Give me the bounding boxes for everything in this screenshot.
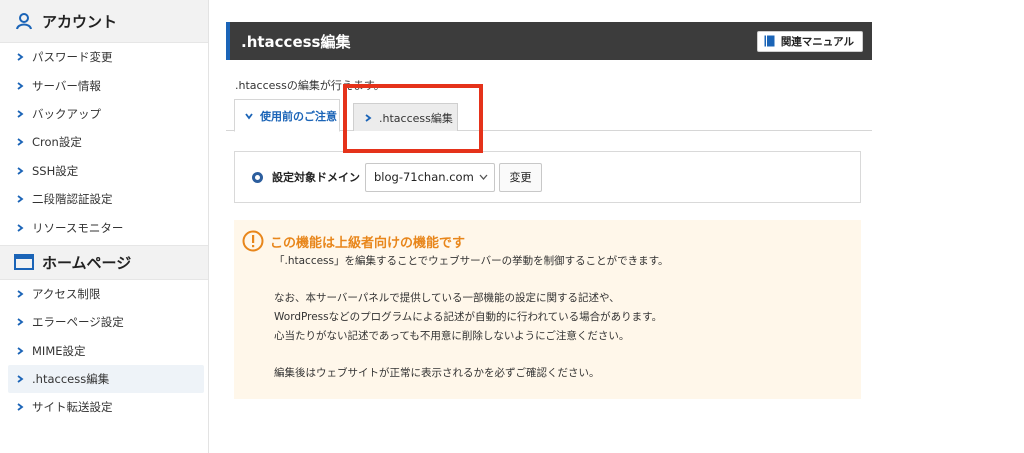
sidebar-item-two-factor[interactable]: 二段階認証設定	[0, 185, 208, 213]
manual-button[interactable]: 関連マニュアル	[756, 30, 863, 52]
sidebar-header-label: ホームページ	[42, 253, 132, 272]
chevron-right-icon	[17, 138, 24, 147]
sidebar-item-label: エラーページ設定	[32, 315, 124, 330]
sidebar-item-error-page[interactable]: エラーページ設定	[0, 308, 208, 336]
person-icon	[14, 11, 34, 31]
chevron-right-icon	[17, 167, 24, 175]
window-icon	[14, 252, 34, 272]
book-icon	[764, 35, 775, 47]
sidebar-header-homepage: ホームページ	[0, 244, 208, 280]
sidebar-item-label: サーバー情報	[32, 78, 101, 93]
sidebar-item-resource-monitor[interactable]: リソースモニター	[0, 213, 208, 241]
sidebar-item-server-info[interactable]: サーバー情報	[0, 71, 208, 99]
warning-line-gap	[274, 271, 861, 289]
sidebar-item-access-restriction[interactable]: アクセス制限	[0, 280, 208, 308]
warning-line: なお、本サーバーパネルで提供している一部機能の設定に関する記述や、	[274, 292, 620, 304]
sidebar-item-label: MIME設定	[32, 343, 86, 358]
chevron-right-icon	[17, 375, 24, 383]
manual-button-label: 関連マニュアル	[780, 35, 854, 48]
warning-line: 心当たりがない記述であっても不用意に削除しないようにご注意ください。	[274, 330, 630, 342]
sidebar-item-label: サイト転送設定	[32, 400, 113, 415]
sidebar-item-cron[interactable]: Cron設定	[0, 128, 208, 156]
page-description: .htaccessの編集が行えます。	[235, 79, 385, 92]
warning-line: WordPressなどのプログラムによる記述が自動的に行われている場合があります…	[274, 311, 663, 323]
sidebar-item-htaccess[interactable]: .htaccess編集	[8, 364, 204, 394]
sidebar-item-site-redirect[interactable]: サイト転送設定	[0, 393, 208, 421]
tab-precautions[interactable]: 使用前のご注意	[234, 99, 340, 132]
sidebar-item-label: バックアップ	[32, 106, 101, 121]
tab-label: 使用前のご注意	[260, 109, 337, 123]
annotation-highlight-box	[343, 84, 483, 153]
warning-title-text: この機能は上級者向けの機能です	[270, 235, 466, 251]
chevron-right-icon	[17, 53, 24, 61]
homepage-menu: アクセス制限 エラーページ設定 MIME設定 .htaccess編集 サイト転送…	[0, 280, 208, 422]
sidebar-item-ssh[interactable]: SSH設定	[0, 157, 208, 185]
sidebar-header-account: アカウント	[0, 0, 208, 43]
domain-selector-panel: 設定対象ドメイン blog-71chan.com 変更	[234, 151, 861, 203]
sidebar-item-label: リソースモニター	[32, 220, 124, 235]
title-bar: .htaccess編集 関連マニュアル	[226, 22, 872, 60]
chevron-right-icon	[17, 223, 24, 232]
tab-bar: 使用前のご注意 .htaccess編集	[226, 99, 872, 132]
exclamation-circle-icon	[242, 230, 264, 252]
main-content: .htaccess編集 関連マニュアル .htaccessの編集が行えます。 使…	[226, 22, 872, 399]
domain-select[interactable]: blog-71chan.com	[365, 162, 495, 192]
change-button[interactable]: 変更	[499, 162, 542, 192]
sidebar-item-mime[interactable]: MIME設定	[0, 337, 208, 365]
chevron-right-icon	[17, 110, 24, 118]
chevron-right-icon	[17, 195, 24, 203]
account-menu: パスワード変更 サーバー情報 バックアップ Cron設定 SSH設定 二段階認証…	[0, 43, 208, 242]
sidebar-header-label: アカウント	[42, 12, 118, 31]
warning-panel: この機能は上級者向けの機能です 「.htaccess」を編集することでウェブサー…	[234, 220, 861, 399]
sidebar-item-label: 二段階認証設定	[32, 192, 113, 207]
chevron-down-icon	[479, 174, 488, 180]
sidebar-item-label: パスワード変更	[32, 50, 113, 65]
page-title: .htaccess編集	[241, 32, 351, 51]
sidebar-item-label: Cron設定	[32, 135, 82, 150]
warning-line: 編集後はウェブサイトが正常に表示されるかを必ずご確認ください。	[274, 367, 600, 379]
sidebar-item-password[interactable]: パスワード変更	[0, 43, 208, 71]
warning-line-gap	[274, 346, 861, 364]
chevron-right-icon	[17, 403, 24, 412]
radio-indicator	[252, 171, 263, 183]
chevron-right-icon	[17, 318, 24, 327]
chevron-right-icon	[17, 290, 24, 298]
sidebar-item-label: アクセス制限	[32, 286, 101, 301]
domain-select-value: blog-71chan.com	[374, 170, 474, 184]
sidebar: アカウント パスワード変更 サーバー情報 バックアップ Cron設定 SSH設定…	[0, 0, 209, 453]
chevron-right-icon	[17, 346, 24, 355]
warning-line: 「.htaccess」を編集することでウェブサーバーの挙動を制御することができま…	[274, 255, 669, 267]
warning-title: この機能は上級者向けの機能です	[242, 230, 861, 252]
sidebar-item-backup[interactable]: バックアップ	[0, 100, 208, 128]
domain-label: 設定対象ドメイン	[272, 171, 360, 184]
chevron-right-icon	[17, 81, 24, 90]
sidebar-item-label: .htaccess編集	[32, 372, 110, 387]
sidebar-item-label: SSH設定	[32, 163, 79, 178]
chevron-down-icon	[245, 112, 253, 119]
warning-text: 「.htaccess」を編集することでウェブサーバーの挙動を制御することができま…	[274, 252, 861, 383]
